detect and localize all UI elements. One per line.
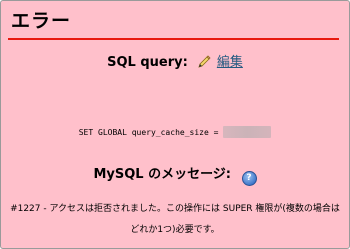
- error-dialog: エラー SQL query: 編集 SET GLOBAL query_cache…: [0, 0, 350, 249]
- help-icon[interactable]: ?: [241, 171, 257, 186]
- sql-query-label: SQL query:: [107, 55, 188, 70]
- sql-query-text: SET GLOBAL query_cache_size =: [78, 128, 219, 137]
- mysql-message-label: MySQL のメッセージ:: [93, 167, 232, 182]
- sql-query-code: SET GLOBAL query_cache_size =: [1, 126, 349, 140]
- title-divider: [8, 38, 339, 40]
- error-message-text: #1227 - アクセスは拒否されました。この操作には SUPER 権限が(複数…: [10, 204, 340, 235]
- mysql-message-header: MySQL のメッセージ: ?: [1, 166, 349, 186]
- sql-query-header: SQL query: 編集: [1, 54, 349, 75]
- edit-query-link[interactable]: 編集: [217, 55, 243, 70]
- pencil-icon[interactable]: [197, 55, 211, 75]
- error-title: エラー: [11, 10, 72, 32]
- redacted-value: [223, 126, 272, 138]
